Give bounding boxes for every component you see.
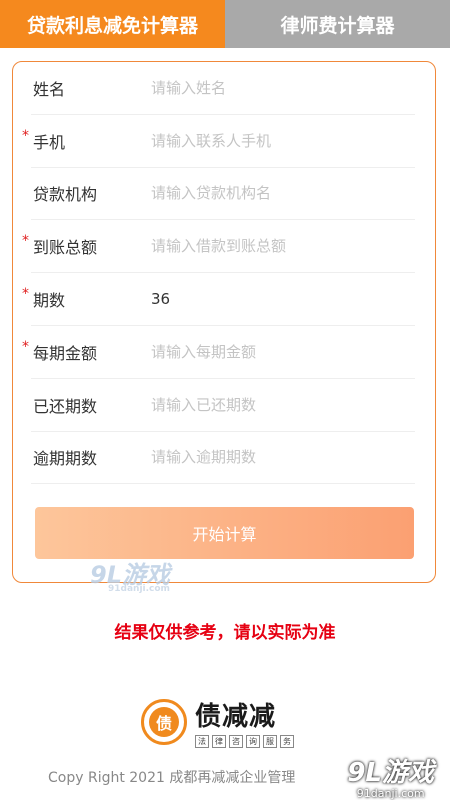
corner-watermark: 9L游戏 91danji.com — [347, 758, 434, 800]
tab-lawyer-fee-calculator[interactable]: 律师费计算器 — [225, 0, 450, 48]
overdue-periods-input[interactable] — [151, 448, 415, 467]
form-row-name: 姓名 — [31, 62, 415, 115]
periods-input[interactable] — [151, 290, 415, 309]
required-mark: * — [22, 286, 29, 303]
paid-periods-label: 已还期数 — [33, 396, 98, 416]
form-row-overdue-periods: 逾期期数 — [31, 432, 415, 485]
phone-label: * 手机 — [22, 127, 66, 152]
total-amount-input[interactable] — [151, 237, 415, 256]
total-amount-label: * 到账总额 — [22, 233, 98, 258]
form-row-installment: * 每期金额 — [22, 326, 415, 379]
lender-input[interactable] — [151, 184, 415, 203]
logo-badge-icon: 债 — [141, 699, 187, 745]
form-row-total-amount: * 到账总额 — [22, 220, 415, 274]
required-mark: * — [22, 233, 29, 250]
required-mark: * — [22, 338, 29, 355]
form-row-periods: * 期数 — [22, 273, 415, 326]
required-mark: * — [22, 127, 29, 144]
calculator-form: 姓名 *手机 贷款机构 *到账总额 *期数 *每期金额 已还期数 逾期期数 — [12, 61, 436, 583]
site-watermark: 9L游戏 91danji.com — [90, 561, 170, 594]
installment-label: * 每期金额 — [22, 338, 98, 363]
brand-logo: 债 债减减 法律咨询服务 — [141, 696, 294, 748]
name-input[interactable] — [151, 78, 415, 97]
tab-loan-interest-calculator[interactable]: 贷款利息减免计算器 — [0, 0, 225, 48]
name-label: 姓名 — [33, 79, 66, 99]
form-row-phone: * 手机 — [22, 115, 415, 168]
installment-input[interactable] — [151, 342, 415, 361]
phone-input[interactable] — [151, 131, 415, 150]
copyright-text: Copy Right 2021 成都再减减企业管理 — [48, 770, 296, 786]
lender-label: 贷款机构 — [33, 185, 98, 205]
brand-name: 债减减 — [195, 702, 277, 732]
calculator-tabs: 贷款利息减免计算器 律师费计算器 — [0, 0, 450, 48]
disclaimer-text: 结果仅供参考，请以实际为准 — [114, 623, 336, 643]
form-rows: 姓名 *手机 贷款机构 *到账总额 *期数 *每期金额 已还期数 逾期期数 — [13, 62, 435, 485]
form-row-lender: 贷款机构 — [31, 168, 415, 221]
paid-periods-input[interactable] — [151, 395, 415, 414]
form-row-paid-periods: 已还期数 — [31, 379, 415, 432]
start-calculation-button[interactable]: 开始计算 — [35, 507, 414, 559]
overdue-periods-label: 逾期期数 — [33, 449, 98, 469]
brand-tagline: 法律咨询服务 — [195, 735, 294, 748]
periods-label: * 期数 — [22, 286, 66, 311]
